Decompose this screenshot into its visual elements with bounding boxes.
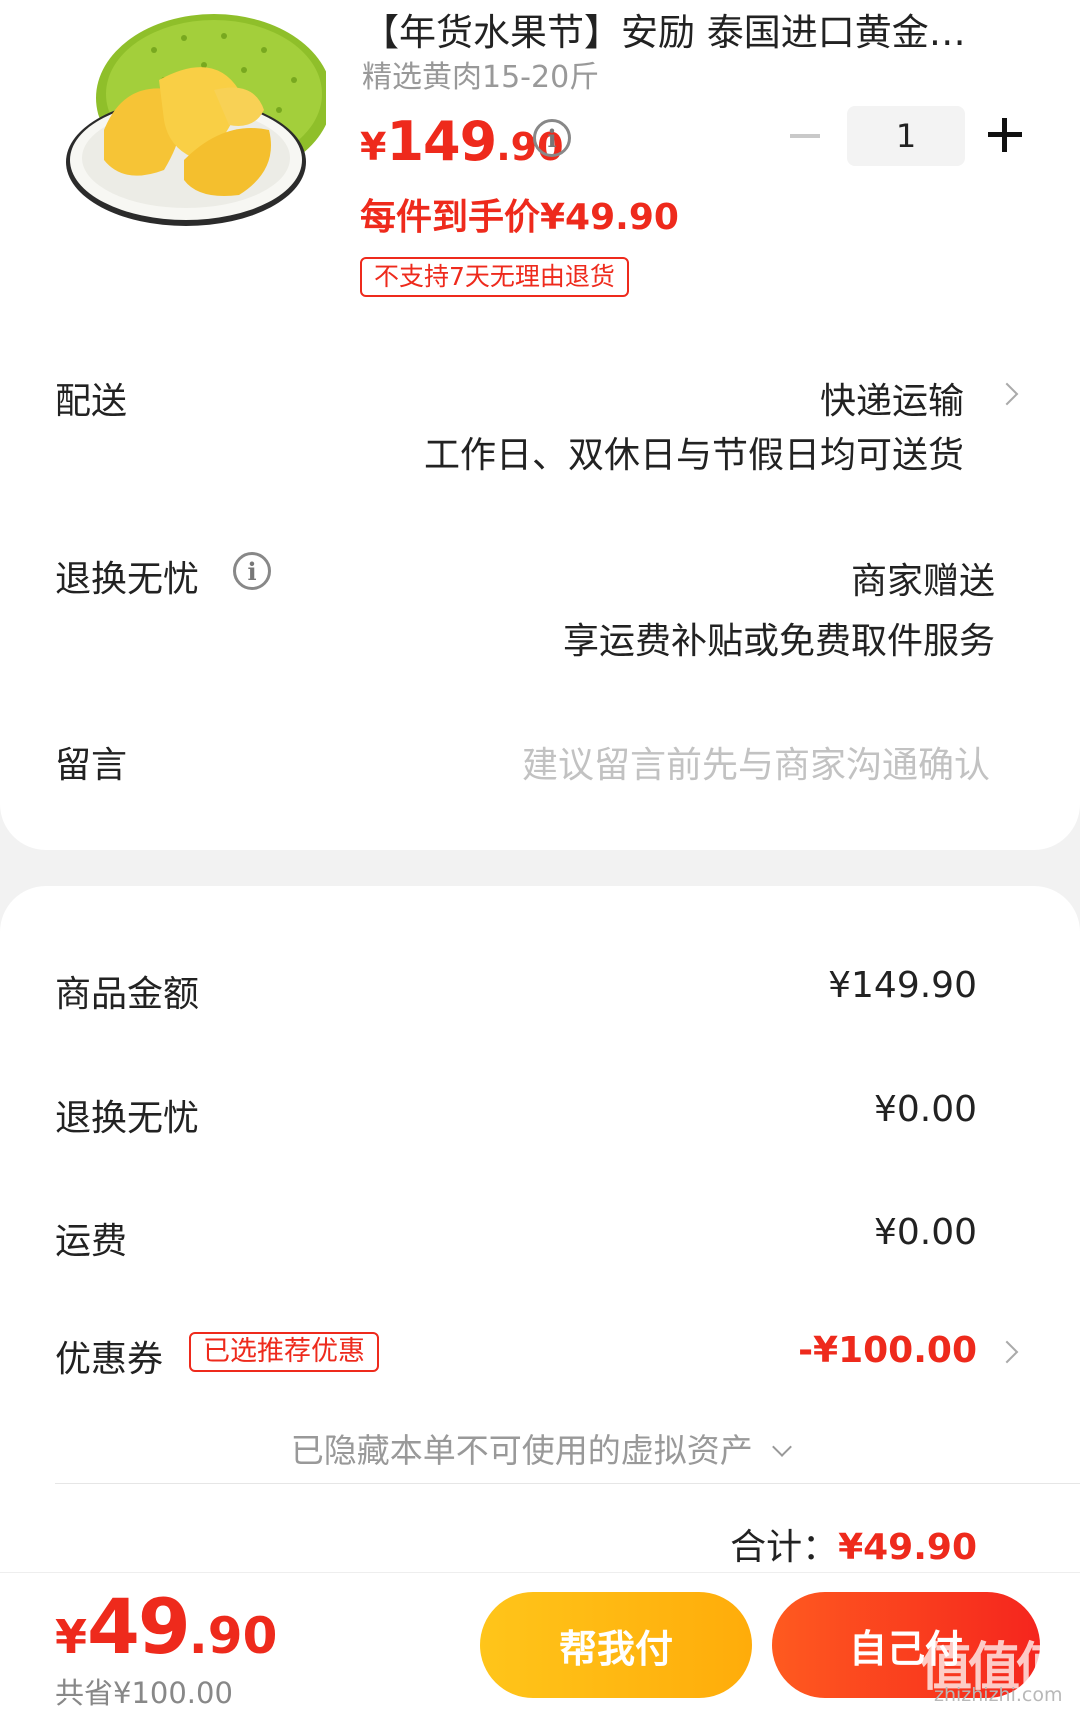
delivery-label: 配送	[55, 381, 128, 422]
return-service-label: 退换无忧	[55, 559, 200, 600]
return-service-note: 享运费补贴或免费取件服务	[562, 621, 995, 662]
return-fee-value: ¥0.00	[873, 1089, 977, 1130]
return-fee-label: 退换无忧	[55, 1098, 200, 1139]
hidden-assets-text: 已隐藏本单不可使用的虚拟资产	[290, 1431, 753, 1470]
goods-amount-value: ¥149.90	[828, 965, 977, 1006]
quantity-input[interactable]: 1	[847, 106, 965, 166]
delivery-method[interactable]: 快递运输	[820, 372, 964, 424]
shipping-fee-label: 运费	[55, 1221, 128, 1262]
watermark-url: zhizhizhi.com	[934, 1684, 1063, 1706]
product-title[interactable]: 【年货水果节】安励 泰国进口黄金菠萝蜜…	[362, 2, 1002, 56]
coupon-value[interactable]: -¥100.00	[798, 1330, 977, 1371]
chevron-down-icon	[772, 1437, 793, 1457]
per-item-price: 每件到手价¥49.90	[360, 197, 679, 238]
coupon-label[interactable]: 优惠券	[55, 1330, 163, 1382]
total-value: ¥49.90	[838, 1527, 977, 1568]
product-image	[66, 14, 326, 226]
bottom-price-decimal: .90	[188, 1607, 278, 1665]
checkout-page: 【年货水果节】安励 泰国进口黄金菠萝蜜… 精选黄肉15-20斤 ¥149.90 …	[0, 0, 1080, 1709]
delivery-chevron-icon[interactable]	[995, 382, 1019, 406]
product-spec[interactable]: 精选黄肉15-20斤	[362, 52, 599, 96]
return-service-value: 商家赠送	[850, 561, 995, 602]
bottom-price-currency: ¥	[55, 1610, 88, 1664]
bottom-price-integer: 49	[87, 1582, 191, 1671]
return-service-info-icon[interactable]: i	[233, 552, 271, 590]
coupon-tag[interactable]: 已选推荐优惠	[189, 1332, 379, 1372]
total-row: 合计：¥49.90	[730, 1518, 977, 1570]
message-input[interactable]: 建议留言前先与商家沟通确认	[522, 736, 990, 788]
price-integer: 149	[386, 110, 497, 173]
price-currency: ¥	[360, 125, 387, 169]
summary-divider	[55, 1483, 1080, 1484]
price-info-icon[interactable]: i	[533, 119, 571, 157]
bottom-price: ¥49.90	[55, 1582, 277, 1671]
quantity-plus-button[interactable]	[988, 118, 1022, 152]
saved-amount: 共省¥100.00	[55, 1676, 233, 1709]
goods-amount-label: 商品金额	[55, 974, 200, 1015]
hidden-assets-toggle[interactable]: 已隐藏本单不可使用的虚拟资产	[0, 1424, 1080, 1472]
bottom-bar-divider	[0, 1572, 1080, 1573]
delivery-note: 工作日、双休日与节假日均可送货	[423, 435, 964, 476]
shipping-fee-value: ¥0.00	[873, 1212, 977, 1253]
no-return-tag: 不支持7天无理由退货	[360, 257, 629, 297]
quantity-minus-button[interactable]	[790, 134, 820, 138]
help-pay-button[interactable]: 帮我付	[480, 1592, 752, 1698]
total-label: 合计：	[730, 1527, 839, 1568]
order-options-card: 【年货水果节】安励 泰国进口黄金菠萝蜜… 精选黄肉15-20斤 ¥149.90 …	[0, 0, 1080, 850]
message-label: 留言	[55, 745, 128, 786]
